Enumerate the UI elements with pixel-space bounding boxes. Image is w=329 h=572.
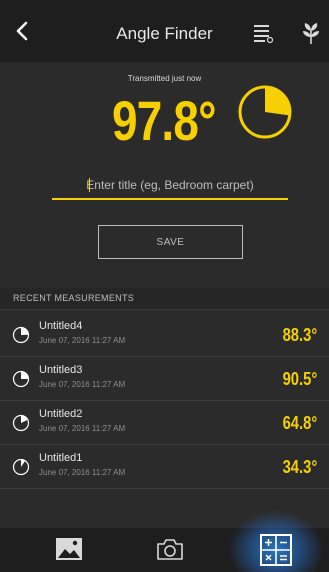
list-item[interactable]: Untitled2 June 07, 2016 11:27 AM 64.8°: [0, 401, 329, 445]
recent-measurements-label: RECENT MEASUREMENTS: [13, 293, 135, 303]
measurement-date: June 07, 2016 11:27 AM: [39, 468, 126, 477]
measurement-name: Untitled4: [39, 320, 83, 332]
measurement-value: 88.3°: [282, 325, 317, 345]
recent-measurements-list: Untitled4 June 07, 2016 11:27 AM 88.3° U…: [0, 313, 329, 489]
measurement-date: June 07, 2016 11:27 AM: [39, 380, 126, 389]
angle-reading: 97.8°: [112, 89, 216, 152]
calculator-icon[interactable]: [258, 532, 294, 568]
list-item[interactable]: Untitled4 June 07, 2016 11:27 AM 88.3°: [0, 313, 329, 357]
angle-pie-icon: [12, 414, 30, 432]
angle-pie-icon: [12, 370, 30, 388]
transmission-status: Transmitted just now: [127, 74, 202, 83]
list-item[interactable]: Untitled1 June 07, 2016 11:27 AM 34.3°: [0, 445, 329, 489]
page-title: Angle Finder: [116, 24, 213, 43]
gallery-icon[interactable]: [55, 537, 83, 561]
save-button[interactable]: SAVE: [98, 225, 243, 259]
measurement-value: 34.3°: [282, 457, 317, 477]
title-input[interactable]: [52, 172, 288, 200]
angle-pie-icon: [238, 85, 292, 139]
measurement-name: Untitled3: [39, 364, 83, 376]
measurement-name: Untitled1: [39, 452, 83, 464]
angle-pie-icon: [12, 458, 30, 476]
camera-icon[interactable]: [156, 537, 184, 561]
list-icon[interactable]: [252, 22, 274, 44]
measurement-date: June 07, 2016 11:27 AM: [39, 336, 126, 345]
measurement-name: Untitled2: [39, 408, 83, 420]
plant-icon[interactable]: [300, 22, 322, 46]
measurement-value: 64.8°: [282, 413, 317, 433]
measurement-date: June 07, 2016 11:27 AM: [39, 424, 126, 433]
text-cursor: [89, 178, 90, 192]
angle-pie-slice: [265, 87, 290, 116]
list-item[interactable]: Untitled3 June 07, 2016 11:27 AM 90.5°: [0, 357, 329, 401]
top-bar: Angle Finder: [0, 0, 329, 62]
measurement-value: 90.5°: [282, 369, 317, 389]
recent-measurements-header: RECENT MEASUREMENTS: [0, 288, 329, 310]
angle-pie-icon: [12, 326, 30, 344]
